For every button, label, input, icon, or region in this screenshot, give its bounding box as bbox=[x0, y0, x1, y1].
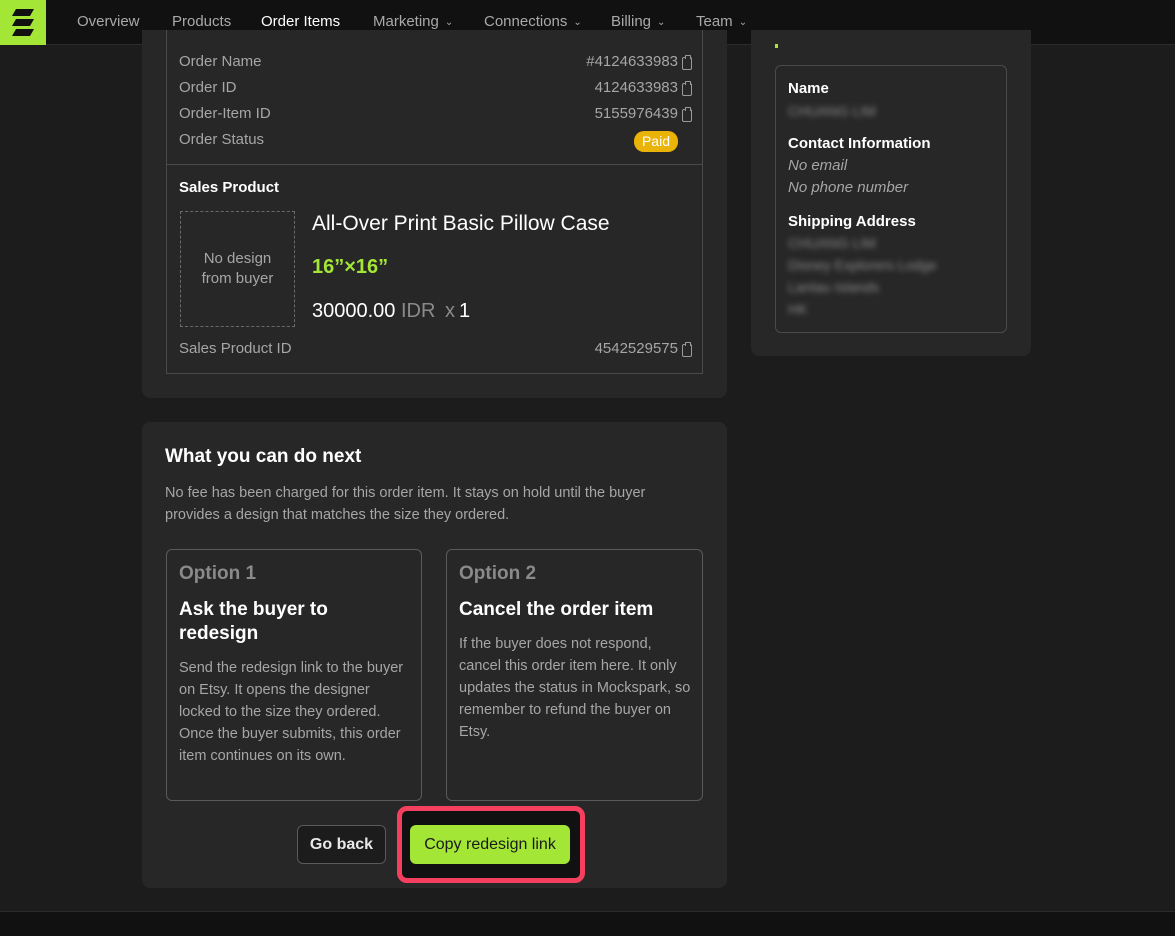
email-value: No email bbox=[788, 157, 848, 174]
clipboard-icon[interactable] bbox=[682, 107, 692, 122]
quantity-value: 1 bbox=[459, 300, 471, 322]
option-number: Option 1 bbox=[179, 563, 257, 584]
shipping-label: Shipping Address bbox=[788, 213, 916, 230]
option-body: Send the redesign link to the buyer on E… bbox=[179, 660, 404, 764]
next-steps-title: What you can do next bbox=[165, 446, 362, 467]
option-body: If the buyer does not respond, cancel th… bbox=[459, 636, 691, 740]
order-item-id-row: Order-Item ID 5155976439 bbox=[179, 105, 692, 127]
customer-info-box: Name CHUANG LIM Contact Information No e… bbox=[775, 65, 1007, 333]
stack-logo-icon bbox=[12, 8, 34, 36]
bottom-bar bbox=[0, 911, 1175, 936]
no-design-placeholder: No design from buyer bbox=[180, 211, 295, 327]
go-back-button[interactable]: Go back bbox=[297, 825, 386, 864]
address-line: Lantau Islands bbox=[788, 279, 880, 295]
address-line: HK bbox=[788, 301, 808, 317]
address-line: CHUANG LIM bbox=[788, 235, 876, 251]
next-steps-card: What you can do next No fee has been cha… bbox=[142, 422, 727, 888]
order-status-row: Order Status Paid bbox=[179, 131, 690, 153]
order-name-value: #4124633983 bbox=[586, 53, 678, 70]
nav-overview[interactable]: Overview bbox=[77, 0, 140, 45]
order-details-box: Order Name #4124633983 Order ID 41246339… bbox=[166, 30, 703, 374]
order-id-value: 4124633983 bbox=[594, 79, 678, 96]
app-logo[interactable] bbox=[0, 0, 46, 45]
product-price: 30000.00 IDR x1 bbox=[312, 300, 470, 323]
name-label: Name bbox=[788, 80, 829, 97]
option-2-card: Option 2 Cancel the order item If the bu… bbox=[446, 549, 703, 801]
order-details-card: Order Name #4124633983 Order ID 41246339… bbox=[142, 30, 727, 398]
product-size: 16”×16” bbox=[312, 256, 389, 278]
sales-product-id-row: Sales Product ID 4542529575 bbox=[179, 340, 692, 362]
phone-value: No phone number bbox=[788, 179, 909, 196]
option-1-card: Option 1 Ask the buyer to redesign Send … bbox=[166, 549, 422, 801]
chevron-down-icon: ⌄ bbox=[738, 17, 748, 28]
customer-card: Name CHUANG LIM Contact Information No e… bbox=[751, 30, 1031, 356]
option-heading: Cancel the order item bbox=[459, 599, 654, 620]
address-line: Disney Explorers Lodge bbox=[788, 257, 937, 273]
divider bbox=[167, 164, 702, 165]
clipboard-icon[interactable] bbox=[682, 81, 692, 96]
contact-label: Contact Information bbox=[788, 135, 931, 152]
copy-redesign-link-button[interactable]: Copy redesign link bbox=[410, 825, 570, 864]
name-value: CHUANG LIM bbox=[788, 103, 876, 119]
product-name: All-Over Print Basic Pillow Case bbox=[312, 212, 610, 235]
option-number: Option 2 bbox=[459, 563, 537, 584]
sales-product-title: Sales Product bbox=[179, 179, 280, 196]
clipboard-icon[interactable] bbox=[682, 55, 692, 70]
price-currency: IDR bbox=[400, 300, 436, 322]
clipboard-icon[interactable] bbox=[682, 342, 692, 357]
order-name-row: Order Name #4124633983 bbox=[179, 53, 692, 75]
order-id-row: Order ID 4124633983 bbox=[179, 79, 692, 101]
times-sign: x bbox=[445, 300, 455, 322]
status-badge: Paid bbox=[633, 131, 678, 152]
order-item-id-value: 5155976439 bbox=[594, 105, 678, 122]
section-accent bbox=[775, 44, 778, 48]
option-heading: Ask the buyer to redesign bbox=[179, 599, 328, 644]
sales-product-id-value: 4542529575 bbox=[594, 340, 678, 357]
next-steps-description: No fee has been charged for this order i… bbox=[165, 485, 646, 523]
price-value: 30000.00 bbox=[312, 300, 396, 322]
